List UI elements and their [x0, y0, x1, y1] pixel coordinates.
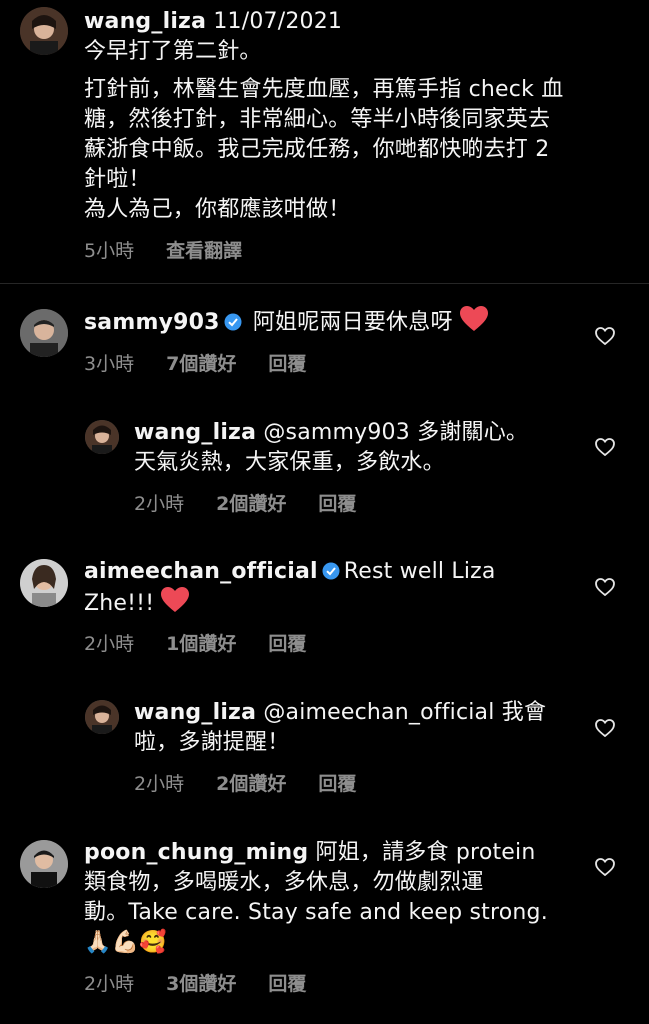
reply-button[interactable]: 回覆 — [318, 773, 356, 795]
comment-time: 2小時 — [84, 973, 135, 995]
avatar-poon-chung-ming[interactable] — [20, 840, 68, 888]
post-date: 11/07/2021 — [213, 9, 343, 34]
avatar-aimeechan-official[interactable] — [20, 559, 68, 607]
avatar-sammy903[interactable] — [20, 309, 68, 357]
comment-aimeechan-official: aimeechan_official Rest well Liza Zhe!!! — [84, 557, 584, 622]
likes-count[interactable]: 2個讚好 — [216, 773, 286, 795]
comment-text: 阿姐呢兩日要休息呀 — [252, 310, 453, 335]
heart-outline-icon[interactable] — [595, 438, 615, 458]
comment-poon-chung-ming: poon_chung_ming 阿姐，請多食 protein 類食物，多喝暖水，… — [84, 838, 614, 958]
heart-outline-icon[interactable] — [595, 858, 615, 878]
reply-button[interactable]: 回覆 — [268, 973, 306, 995]
reply-text-line1: @aimeechan_official 我會 — [263, 700, 547, 725]
divider — [0, 283, 649, 284]
translate-link[interactable]: 查看翻譯 — [166, 240, 242, 262]
red-heart-emoji-icon — [459, 306, 488, 341]
comment-sammy903: sammy903 阿姐呢兩日要休息呀 — [84, 306, 584, 341]
likes-count[interactable]: 7個讚好 — [166, 353, 236, 375]
post-username[interactable]: wang_liza — [84, 9, 206, 34]
post-caption: wang_liza 11/07/2021 今早打了第二針。 打針前，林醫生會先度… — [84, 7, 629, 225]
comment-time: 2小時 — [84, 633, 135, 655]
comment-text-line3: 動。Take care. Stay safe and keep strong. — [84, 900, 548, 925]
reply-wang-liza-2: wang_liza @aimeechan_official 我會 啦，多謝提醒！ — [134, 698, 584, 758]
avatar-wang-liza-reply[interactable] — [85, 700, 119, 734]
reply-wang-liza-1: wang_liza @sammy903 多謝關心。 天氣炎熱，大家保重，多飲水。 — [134, 418, 584, 478]
likes-count[interactable]: 1個讚好 — [166, 633, 236, 655]
post-line-3: 糖，然後打針，非常細心。等半小時後同家英去 — [84, 107, 551, 132]
likes-count[interactable]: 2個讚好 — [216, 493, 286, 515]
post-line-1: 今早打了第二針。 — [84, 39, 262, 64]
comment-text-line2: 類食物，多喝暖水，多休息，勿做劇烈運 — [84, 870, 484, 895]
comment-text-line1: 阿姐，請多食 protein — [315, 840, 536, 865]
reply-time: 2小時 — [134, 773, 185, 795]
reply-username[interactable]: wang_liza — [134, 700, 256, 725]
post-line-2: 打針前，林醫生會先度血壓，再篤手指 check 血 — [84, 77, 564, 102]
avatar-wang-liza[interactable] — [20, 7, 68, 55]
heart-outline-icon[interactable] — [595, 719, 615, 739]
comment-username[interactable]: poon_chung_ming — [84, 840, 308, 865]
likes-count[interactable]: 3個讚好 — [166, 973, 236, 995]
post-line-6: 為人為己，你都應該咁做！ — [84, 197, 351, 222]
avatar-wang-liza-reply[interactable] — [85, 420, 119, 454]
comment-meta: 3小時 7個讚好 回覆 — [84, 349, 332, 376]
post-header: wang_liza 11/07/2021 — [84, 7, 629, 37]
comment-meta: 2小時 1個讚好 回覆 — [84, 629, 332, 656]
reply-button[interactable]: 回覆 — [268, 353, 306, 375]
post-line-5: 針啦！ — [84, 167, 151, 192]
verified-badge-icon — [224, 310, 242, 331]
comment-text-line2: Zhe!!! — [84, 591, 155, 616]
comment-meta: 2小時 3個讚好 回覆 — [84, 969, 332, 996]
comment-time: 3小時 — [84, 353, 135, 375]
red-heart-emoji-icon — [161, 587, 190, 622]
post-line-4: 蘇浙食中飯。我己完成任務，你哋都快啲去打 2 — [84, 137, 550, 162]
comment-username[interactable]: sammy903 — [84, 310, 220, 335]
reply-meta: 2小時 2個讚好 回覆 — [134, 769, 382, 796]
comment-emojis: 🙏🏻💪🏻🥰 — [84, 930, 167, 955]
post-meta: 5小時 查看翻譯 — [84, 236, 268, 263]
comment-username[interactable]: aimeechan_official — [84, 559, 318, 584]
reply-text-line2: 天氣炎熱，大家保重，多飲水。 — [134, 450, 445, 475]
reply-meta: 2小時 2個讚好 回覆 — [134, 489, 382, 516]
verified-badge-icon — [322, 559, 340, 580]
heart-outline-icon[interactable] — [595, 327, 615, 347]
post-time: 5小時 — [84, 240, 135, 262]
reply-time: 2小時 — [134, 493, 185, 515]
heart-outline-icon[interactable] — [595, 578, 615, 598]
reply-text-line2: 啦，多謝提醒！ — [134, 730, 290, 755]
reply-username[interactable]: wang_liza — [134, 420, 256, 445]
comment-text-line1: Rest well Liza — [343, 559, 496, 584]
reply-button[interactable]: 回覆 — [268, 633, 306, 655]
reply-button[interactable]: 回覆 — [318, 493, 356, 515]
reply-text-line1: @sammy903 多謝關心。 — [263, 420, 529, 445]
